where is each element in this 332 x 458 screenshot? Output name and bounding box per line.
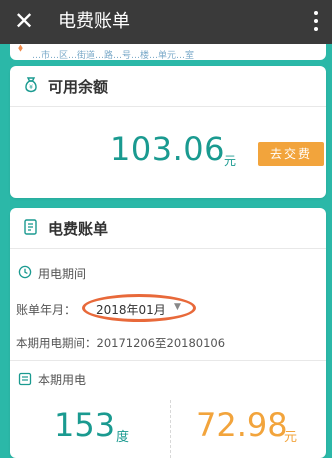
year-month-label: 账单年月： (16, 303, 77, 317)
close-icon[interactable]: ✕ (12, 9, 36, 33)
balance-amount: 103.06 (110, 130, 225, 168)
value-separator (170, 400, 172, 458)
usage-period-section-label: 用电期间 (38, 267, 87, 281)
bill-document-icon (24, 219, 37, 235)
address-text: …市…区…街道…路…号…楼…单元…室 (32, 51, 195, 60)
bill-card: 电费账单 用电期间 账单年月： 2018年01月 ▼ 本期用电期间：201712… (10, 208, 326, 458)
meter-icon (18, 372, 32, 386)
year-month-select[interactable]: 2018年01月 (96, 301, 166, 318)
dropdown-arrow-icon[interactable]: ▼ (174, 302, 181, 312)
balance-card-header: ¥ 可用余额 (10, 66, 326, 107)
address-strip: ⬧ …市…区…街道…路…号…楼…单元…室 (10, 44, 326, 60)
pay-button[interactable]: 去交费 (258, 142, 324, 166)
usage-section-label: 本期用电 (38, 373, 87, 387)
money-bag-icon: ¥ (25, 77, 37, 93)
location-pin-icon: ⬧ (18, 44, 23, 54)
more-vertical-icon[interactable] (310, 9, 322, 33)
balance-unit: 元 (224, 154, 237, 168)
svg-text:¥: ¥ (29, 84, 33, 91)
balance-card-title: 可用余额 (48, 78, 109, 96)
usage-unit: 度 (116, 430, 130, 445)
usage-period-text: 本期用电期间：20171206至20180106 (16, 336, 226, 350)
page-title: 电费账单 (58, 11, 130, 32)
balance-card: ¥ 可用余额 103.06 元 去交费 (10, 66, 326, 198)
top-bar: ✕ 电费账单 (0, 0, 332, 44)
clock-icon (18, 265, 32, 279)
fee-unit: 元 (284, 430, 298, 445)
usage-value: 153 (54, 406, 116, 444)
bill-card-title: 电费账单 (48, 220, 109, 238)
fee-value: 72.98 (196, 406, 288, 444)
bill-card-header: 电费账单 (10, 208, 326, 249)
section-divider (10, 360, 326, 361)
